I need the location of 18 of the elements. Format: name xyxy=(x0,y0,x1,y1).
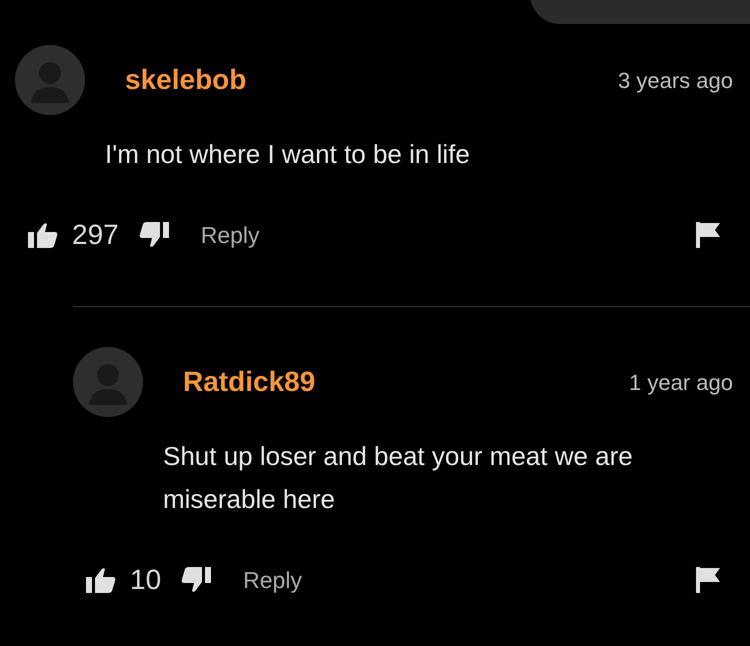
username[interactable]: skelebob xyxy=(125,59,246,101)
flag-icon[interactable] xyxy=(696,567,720,593)
thumbs-down-icon[interactable] xyxy=(138,222,169,248)
timestamp: 3 years ago xyxy=(618,66,733,95)
flag-icon[interactable] xyxy=(696,222,720,248)
comment-text: Shut up loser and beat your meat we are miserable here xyxy=(163,440,634,516)
avatar-icon xyxy=(15,45,85,115)
avatar-icon xyxy=(73,347,143,417)
reply-button[interactable]: Reply xyxy=(200,218,260,252)
like-count: 297 xyxy=(72,218,119,252)
thumbs-down-icon[interactable] xyxy=(181,567,212,593)
thumbs-up-icon[interactable] xyxy=(28,222,58,248)
comment-text: I'm not where I want to be in life xyxy=(105,138,471,171)
thumbs-up-icon[interactable] xyxy=(86,567,116,593)
timestamp: 1 year ago xyxy=(629,368,733,397)
username[interactable]: Ratdick89 xyxy=(183,361,316,403)
like-count: 10 xyxy=(130,563,162,597)
reply-button[interactable]: Reply xyxy=(243,562,302,598)
